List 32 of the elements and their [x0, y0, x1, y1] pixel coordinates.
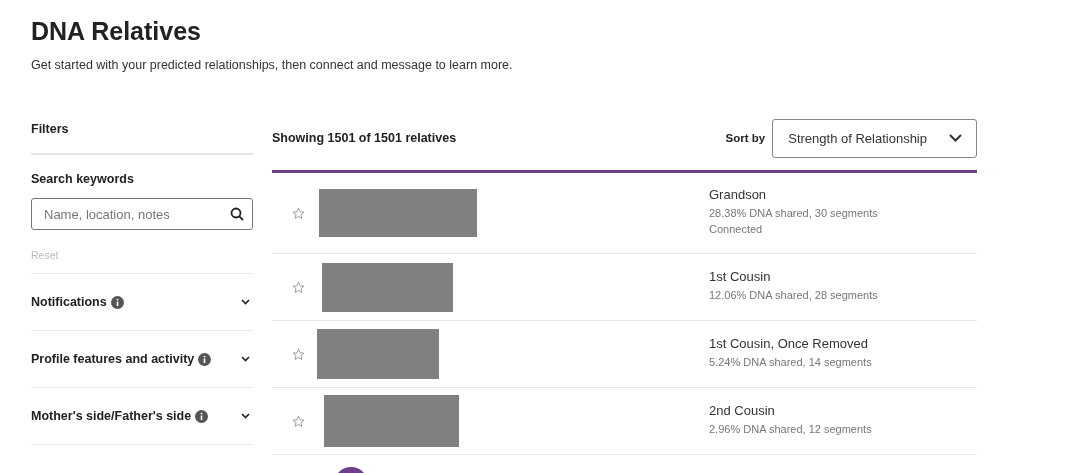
chevron-icon [241, 299, 250, 305]
dna-shared-text: 12.06% DNA shared, 28 segments [709, 289, 879, 301]
search-label: Search keywords [31, 172, 135, 186]
chevron-icon [949, 134, 962, 142]
results-count: Showing 1501 of 1501 relatives [272, 131, 458, 145]
search-field[interactable]: Name, location, notes [31, 198, 253, 230]
info-icon [195, 409, 209, 423]
relationship-label[interactable]: 1st Cousin, Once Removed [709, 336, 977, 351]
filter-section-toggle[interactable]: Profile features and activity [31, 330, 253, 387]
star-icon[interactable] [292, 206, 305, 220]
filter-section-toggle[interactable]: Notifications [31, 273, 253, 330]
filters-heading: Filters [31, 122, 70, 138]
chevron-icon [241, 413, 250, 419]
star-icon[interactable] [292, 280, 305, 294]
connection-status: Connected [709, 223, 764, 235]
dna-shared-text: 2.96% DNA shared, 12 segments [709, 423, 873, 435]
relationship-label[interactable]: Grandson [709, 187, 977, 202]
dna-shared-text: 5.24% DNA shared, 14 segments [709, 356, 873, 368]
search-icon[interactable] [230, 207, 244, 221]
chevron-icon [241, 356, 250, 362]
info-icon [198, 352, 212, 366]
info-icon [110, 295, 124, 309]
page-subtitle: Get started with your predicted relationships, then connect and message to learn more. [31, 58, 514, 72]
sort-dropdown[interactable]: Strength of Relationship [772, 118, 977, 158]
star-icon[interactable] [292, 347, 305, 361]
filter-section-toggle[interactable]: Mother's side/Father's side [31, 387, 253, 445]
relationship-label[interactable]: 2nd Cousin [709, 403, 977, 418]
star-icon[interactable] [292, 414, 305, 428]
dna-shared-text: 28.38% DNA shared, 30 segments [709, 207, 879, 219]
page-title: DNA Relatives [31, 16, 202, 47]
relationship-label[interactable]: 1st Cousin [709, 269, 977, 284]
sort-label: Sort by [725, 132, 766, 144]
